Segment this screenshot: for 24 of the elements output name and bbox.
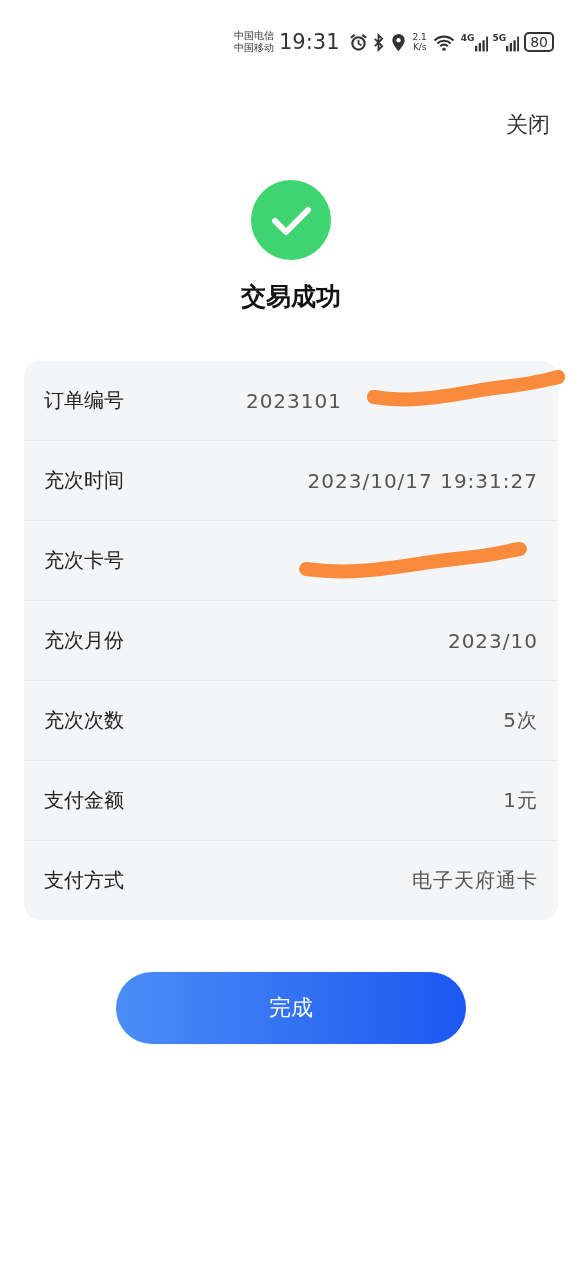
detail-value: 2023/10/17 19:31:27 [307,468,538,493]
alarm-icon [348,32,368,52]
detail-label: 支付方式 [44,867,124,894]
done-button[interactable]: 完成 [116,972,466,1044]
detail-label: 充次卡号 [44,547,124,574]
network-speed: 2.1 K/s [412,32,427,52]
detail-label: 充次时间 [44,467,124,494]
detail-label: 订单编号 [44,387,124,414]
carrier-names: 中国电信 中国移动 [234,30,274,54]
cellular-signal: 5G [492,32,520,52]
bluetooth-icon [372,32,384,52]
detail-value: 1元 [503,787,538,814]
detail-value: 电子天府通卡 [412,867,538,894]
clock-time: 19:31 [279,30,340,54]
detail-label: 充次月份 [44,627,124,654]
battery-level: 80 [524,32,554,52]
detail-label: 支付金额 [44,787,124,814]
result-title: 交易成功 [241,281,341,313]
detail-value: 5次 [503,707,538,734]
close-link[interactable]: 关闭 [506,110,550,140]
detail-value: 2023/10 [447,628,538,653]
detail-label: 充次次数 [44,707,124,734]
detail-value: 2023101 [245,388,342,413]
cellular-signal: 4G [460,32,488,52]
